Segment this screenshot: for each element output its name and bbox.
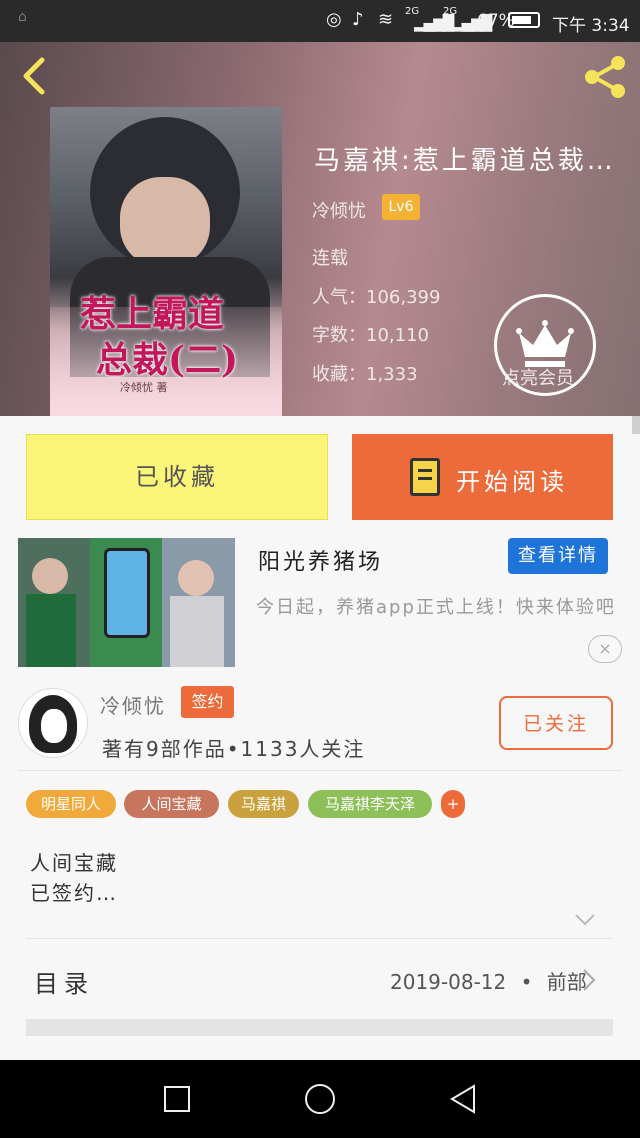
clock: 下午 3:34	[552, 16, 630, 36]
tag-3[interactable]: 马嘉祺李天泽	[308, 790, 432, 818]
status-bar: ⌂ ◎ ♪ ≋ 2G ▂▄▆█ 2G ▂▄▆█ 67% 下午 3:34	[0, 0, 640, 42]
author-stats: 著有9部作品•1133人关注	[102, 737, 366, 761]
book-cover[interactable]: 惹上霸道 总裁(二) 冷倾忧 著	[50, 107, 282, 416]
tag-0[interactable]: 明星同人	[26, 790, 116, 818]
favorites-label: 收藏：	[312, 364, 366, 385]
book-title: 马嘉祺:惹上霸道总裁…	[314, 146, 616, 176]
toc-date: 2019-08-12	[390, 970, 507, 994]
share-icon[interactable]	[582, 54, 628, 100]
crown-icon	[516, 320, 574, 367]
divider	[26, 938, 613, 939]
ad-close-icon[interactable]: ×	[588, 635, 622, 663]
book-author[interactable]: 冷倾忧	[312, 197, 366, 223]
start-reading-button[interactable]: 开始阅读	[352, 434, 613, 520]
system-nav-bar	[0, 1060, 640, 1138]
word-count-label: 字数：	[312, 325, 366, 346]
chapter-preview-strip	[26, 1019, 613, 1036]
toc-info[interactable]: 2019-08-12 • 前部	[390, 966, 587, 995]
ad-description[interactable]: 今日起，养猪app正式上线！快来体验吧	[256, 594, 618, 622]
book-status: 连载	[312, 248, 348, 269]
recent-apps-icon[interactable]	[164, 1086, 190, 1112]
author-name[interactable]: 冷倾忧	[100, 690, 166, 719]
ad-image[interactable]	[18, 538, 235, 667]
cover-author: 冷倾忧 著	[120, 381, 168, 394]
description-line-1: 人间宝藏	[30, 851, 118, 875]
description-line-2: 已签约…	[30, 881, 118, 905]
book-header: 惹上霸道 总裁(二) 冷倾忧 著 马嘉祺:惹上霸道总裁… 冷倾忧 Lv6 连载 …	[0, 42, 640, 416]
word-count-row: 字数：10,110	[312, 321, 429, 347]
tag-2[interactable]: 马嘉祺	[228, 790, 299, 818]
toc-position: 前部	[546, 970, 587, 994]
author-level-badge: Lv6	[382, 194, 420, 220]
cover-title-line2: 总裁(二)	[96, 339, 239, 381]
cover-title-line1: 惹上霸道	[80, 293, 225, 335]
vip-label[interactable]: 点亮会员	[502, 364, 574, 390]
ad-detail-button[interactable]: 查看详情	[508, 538, 608, 574]
expand-chevron-icon[interactable]	[574, 912, 596, 926]
divider	[18, 770, 622, 771]
back-icon[interactable]	[18, 56, 50, 96]
popularity-value: 106,399	[366, 287, 441, 308]
wifi-icon: ≋	[378, 9, 394, 30]
add-tag-button[interactable]: +	[441, 790, 465, 818]
author-avatar[interactable]	[18, 688, 88, 758]
favorites-value: 1,333	[366, 364, 418, 385]
notification-icon: ⌂	[18, 9, 27, 25]
do-not-disturb-icon: ◎	[326, 9, 342, 30]
scrollbar[interactable]	[632, 416, 640, 434]
book-icon	[410, 458, 440, 496]
back-nav-icon[interactable]	[450, 1084, 476, 1114]
mute-icon: ♪	[352, 9, 364, 30]
book-description: 人间宝藏 已签约…	[30, 848, 118, 908]
toc-label[interactable]: 目录	[34, 964, 94, 999]
signed-badge: 签约	[181, 686, 234, 718]
toc-separator: •	[520, 970, 533, 994]
toc-chevron-icon[interactable]	[582, 968, 596, 992]
favorites-row: 收藏：1,333	[312, 360, 418, 386]
follow-button[interactable]: 已关注	[499, 696, 613, 750]
popularity-label: 人气：	[312, 287, 366, 308]
battery-icon	[508, 12, 540, 28]
tag-1[interactable]: 人间宝藏	[124, 790, 219, 818]
word-count-value: 10,110	[366, 325, 429, 346]
home-icon[interactable]	[305, 1084, 335, 1114]
ad-title[interactable]: 阳光养猪场	[258, 544, 383, 576]
popularity-row: 人气：106,399	[312, 283, 440, 309]
collected-button[interactable]: 已收藏	[26, 434, 328, 520]
start-reading-label: 开始阅读	[456, 468, 568, 496]
